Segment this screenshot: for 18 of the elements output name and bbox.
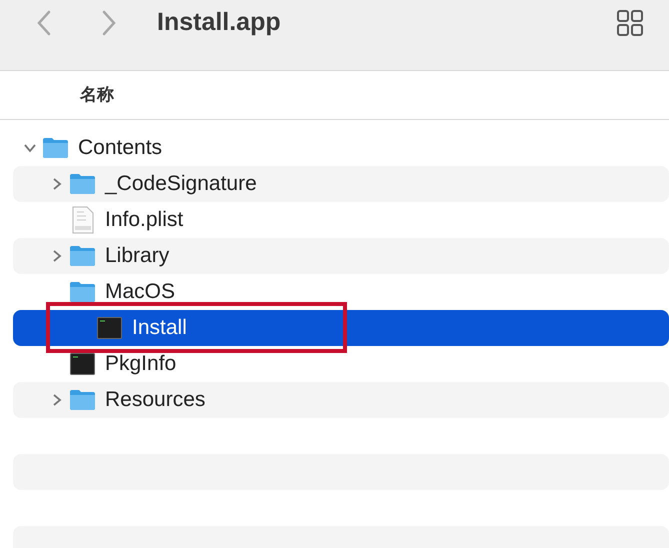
column-header[interactable]: 名称 xyxy=(80,82,114,108)
file-row[interactable]: _CodeSignature xyxy=(13,166,669,202)
file-name: Resources xyxy=(105,387,206,414)
file-row[interactable]: Install xyxy=(13,310,669,346)
file-name: PkgInfo xyxy=(105,351,176,378)
file-row[interactable]: Contents xyxy=(13,130,669,166)
file-name: Info.plist xyxy=(105,207,184,234)
file-name: _CodeSignature xyxy=(105,171,257,198)
file-name: Contents xyxy=(78,135,162,162)
file-row[interactable]: Resources xyxy=(13,382,669,418)
file-row[interactable]: MacOS xyxy=(13,274,669,310)
window-title: Install.app xyxy=(157,7,281,38)
file-row[interactable]: Library xyxy=(13,238,669,274)
file-row[interactable]: Info.plist xyxy=(13,202,669,238)
file-row[interactable]: PkgInfo xyxy=(13,346,669,382)
file-name: MacOS xyxy=(105,279,176,306)
file-name: Library xyxy=(105,243,170,270)
file-name: Install xyxy=(132,315,187,342)
